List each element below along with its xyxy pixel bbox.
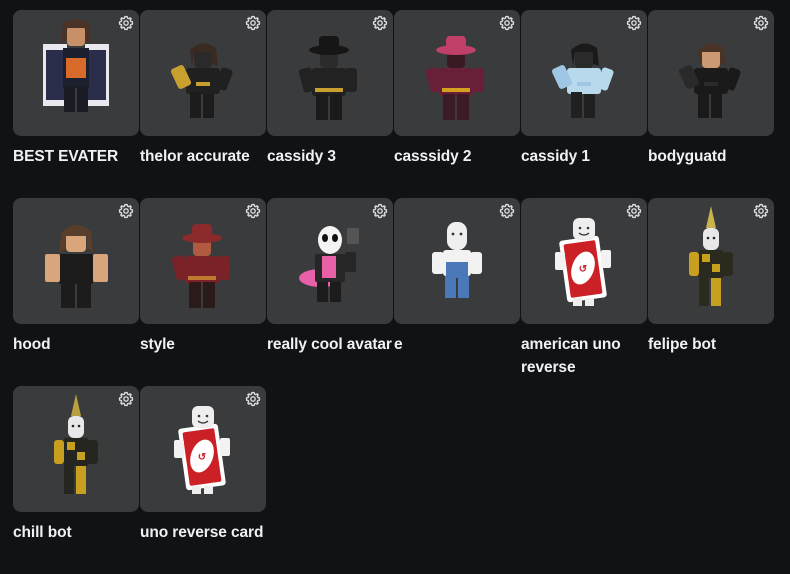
outfit-card[interactable]: felipe bot — [648, 198, 774, 386]
outfit-name[interactable]: chill bot — [13, 521, 139, 544]
outfit-name[interactable]: american uno reverse — [521, 333, 647, 379]
gear-icon[interactable] — [372, 15, 388, 31]
gear-icon[interactable] — [118, 203, 134, 219]
svg-text:↺: ↺ — [198, 452, 206, 463]
outfit-thumbnail[interactable] — [13, 386, 139, 512]
gear-icon[interactable] — [753, 15, 769, 31]
outfit-name[interactable]: thelor accurate — [140, 145, 266, 168]
gear-icon[interactable] — [118, 15, 134, 31]
outfit-name[interactable]: cassidy 3 — [267, 145, 393, 168]
outfit-thumbnail[interactable] — [267, 198, 393, 324]
outfit-card[interactable]: hood — [13, 198, 139, 386]
gear-icon[interactable] — [372, 203, 388, 219]
outfit-card[interactable]: thelor accurate — [140, 10, 266, 198]
outfit-name[interactable]: e — [394, 333, 520, 356]
outfit-card[interactable]: casssidy 2 — [394, 10, 520, 198]
svg-text:↺: ↺ — [579, 264, 587, 275]
outfit-card[interactable]: cassidy 3 — [267, 10, 393, 198]
outfit-name[interactable]: casssidy 2 — [394, 145, 520, 168]
gear-icon[interactable] — [245, 391, 261, 407]
gear-icon[interactable] — [499, 15, 515, 31]
outfit-card[interactable]: chill bot — [13, 386, 139, 574]
outfit-thumbnail[interactable] — [394, 198, 520, 324]
outfit-name[interactable]: style — [140, 333, 266, 356]
outfit-name[interactable]: bodyguatd — [648, 145, 774, 168]
outfit-name[interactable]: really cool avatar — [267, 333, 393, 356]
outfit-card[interactable]: e — [394, 198, 520, 386]
outfit-thumbnail[interactable] — [13, 10, 139, 136]
outfit-thumbnail[interactable]: ↺ — [140, 386, 266, 512]
outfit-thumbnail[interactable] — [140, 10, 266, 136]
outfit-card[interactable]: bodyguatd — [648, 10, 774, 198]
outfit-thumbnail[interactable] — [13, 198, 139, 324]
outfit-grid: BEST EVATER thelor accurate cassidy 3 casss… — [13, 10, 774, 574]
gear-icon[interactable] — [626, 203, 642, 219]
outfit-thumbnail[interactable] — [521, 10, 647, 136]
outfit-name[interactable]: uno reverse card — [140, 521, 266, 544]
outfit-card[interactable]: BEST EVATER — [13, 10, 139, 198]
outfit-card[interactable]: ↺ uno reverse card — [140, 386, 266, 574]
gear-icon[interactable] — [245, 15, 261, 31]
outfit-thumbnail[interactable] — [267, 10, 393, 136]
gear-icon[interactable] — [245, 203, 261, 219]
outfit-card[interactable]: ↺ american uno reverse — [521, 198, 647, 386]
gear-icon[interactable] — [626, 15, 642, 31]
outfit-name[interactable]: hood — [13, 333, 139, 356]
outfit-card[interactable]: really cool avatar — [267, 198, 393, 386]
outfit-thumbnail[interactable]: ↺ — [521, 198, 647, 324]
outfit-name[interactable]: cassidy 1 — [521, 145, 647, 168]
outfit-card[interactable]: cassidy 1 — [521, 10, 647, 198]
gear-icon[interactable] — [499, 203, 515, 219]
outfit-name[interactable]: felipe bot — [648, 333, 774, 356]
gear-icon[interactable] — [753, 203, 769, 219]
outfit-thumbnail[interactable] — [140, 198, 266, 324]
gear-icon[interactable] — [118, 391, 134, 407]
outfit-thumbnail[interactable] — [394, 10, 520, 136]
outfit-thumbnail[interactable] — [648, 10, 774, 136]
outfit-name[interactable]: BEST EVATER — [13, 145, 139, 168]
outfit-thumbnail[interactable] — [648, 198, 774, 324]
outfit-card[interactable]: style — [140, 198, 266, 386]
